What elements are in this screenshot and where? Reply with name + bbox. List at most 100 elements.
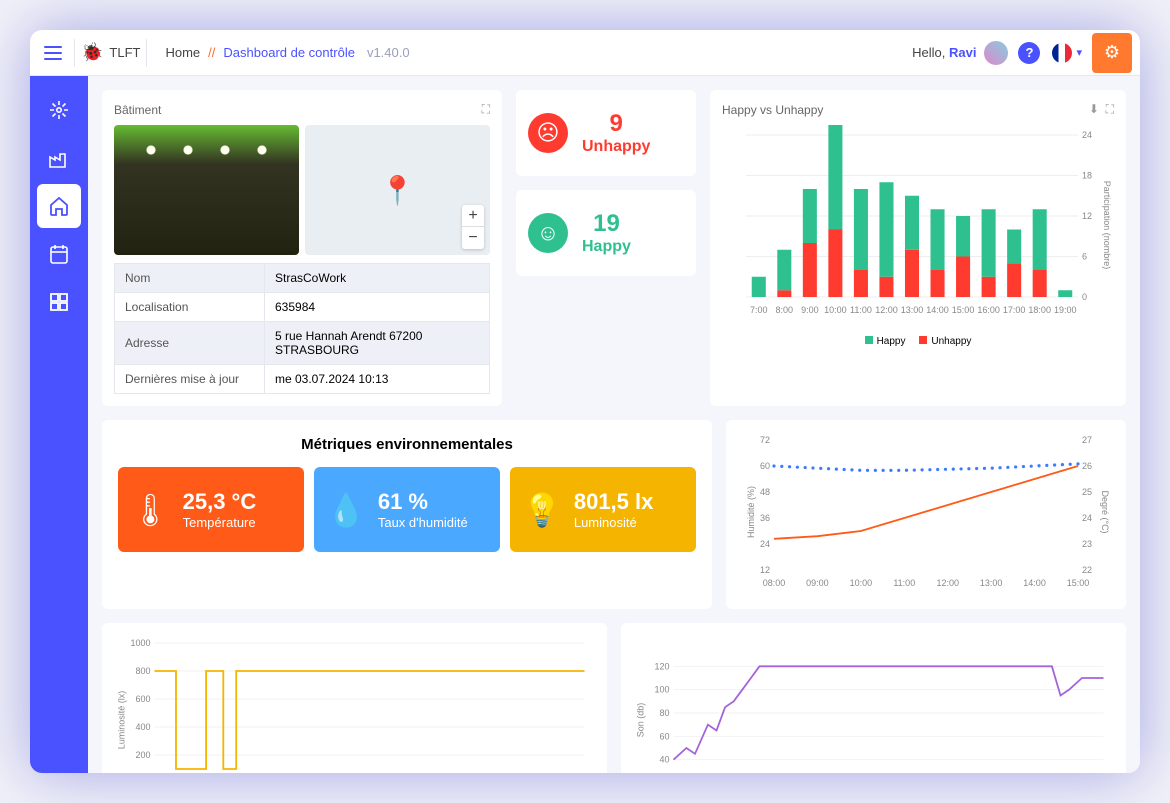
svg-text:100: 100 (654, 685, 669, 695)
thermometer-icon: 🌡 (130, 491, 171, 529)
svg-text:23: 23 (1082, 539, 1092, 549)
humidity-temp-chart-card: 12 24 36 48 60 72 22 23 24 25 26 27 Humidité (%) Degr… (726, 420, 1126, 609)
svg-text:13:00: 13:00 (980, 578, 1003, 588)
svg-text:10:00: 10:00 (824, 305, 847, 315)
zoom-in-button[interactable]: + (462, 205, 484, 227)
svg-text:17:00: 17:00 (1003, 305, 1026, 315)
metrics-title: Métriques environnementales (118, 436, 696, 453)
happy-face-icon: ☺ (528, 213, 568, 253)
svg-text:12:00: 12:00 (875, 305, 898, 315)
version-label: v1.40.0 (367, 45, 410, 60)
svg-text:80: 80 (659, 708, 669, 718)
menu-toggle[interactable] (38, 38, 68, 68)
svg-text:8:00: 8:00 (776, 305, 794, 315)
sidebar-item-home[interactable] (37, 184, 81, 228)
svg-text:14:00: 14:00 (926, 305, 949, 315)
sidebar-item-factory[interactable] (37, 136, 81, 180)
settings-button[interactable]: ⚙ (1092, 33, 1132, 73)
map-pin-icon: 📍 (380, 174, 415, 207)
svg-text:18:00: 18:00 (1028, 305, 1051, 315)
svg-text:24: 24 (1082, 130, 1092, 140)
svg-text:10:00: 10:00 (850, 578, 873, 588)
svg-text:40: 40 (659, 755, 669, 765)
svg-text:Participation (nombre): Participation (nombre) (1102, 181, 1112, 270)
sidebar-item-grid[interactable] (37, 280, 81, 324)
expand-icon[interactable]: ⛶ (482, 102, 490, 117)
sad-face-icon: ☹ (528, 113, 568, 153)
svg-text:60: 60 (659, 731, 669, 741)
flag-fr-icon (1052, 43, 1072, 63)
svg-text:48: 48 (760, 487, 770, 497)
svg-text:09:00: 09:00 (806, 578, 829, 588)
droplet-icon: 💧 (326, 491, 366, 529)
svg-text:Humidité (%): Humidité (%) (746, 486, 756, 538)
svg-text:11:00: 11:00 (893, 578, 915, 588)
svg-text:Degré (°C): Degré (°C) (1100, 490, 1110, 533)
svg-text:14:00: 14:00 (1023, 578, 1046, 588)
table-row: NomStrasCoWork (115, 264, 490, 293)
building-info-table: NomStrasCoWork Localisation635984 Adress… (114, 263, 490, 394)
language-switcher[interactable]: ▾ (1052, 43, 1082, 63)
svg-text:15:00: 15:00 (1067, 578, 1090, 588)
breadcrumb-current[interactable]: Dashboard de contrôle (223, 45, 355, 60)
help-button[interactable]: ? (1018, 42, 1040, 64)
svg-text:11:00: 11:00 (850, 305, 872, 315)
humidity-temp-chart: 12 24 36 48 60 72 22 23 24 25 26 27 Humidité (%) Degr… (738, 432, 1114, 592)
svg-text:27: 27 (1082, 435, 1092, 445)
svg-text:120: 120 (654, 661, 669, 671)
brand: TLFT (109, 45, 140, 60)
svg-text:25: 25 (1082, 487, 1092, 497)
breadcrumb-home[interactable]: Home (165, 45, 200, 60)
zoom-out-button[interactable]: − (462, 227, 484, 249)
svg-text:6: 6 (1082, 252, 1087, 262)
download-icon[interactable]: ⬇ (1089, 102, 1099, 116)
table-row: Dernières mise à jourme 03.07.2024 10:13 (115, 365, 490, 394)
gear-icon: ⚙ (1104, 42, 1120, 63)
svg-text:15:00: 15:00 (952, 305, 975, 315)
lux-chart: 02004006008001000Luminosité (lx)08:0009:… (114, 635, 595, 773)
lightbulb-icon: 💡 (522, 491, 562, 529)
sound-chart: 20406080100120Son (db)08:0009:0010:0011:… (633, 635, 1114, 773)
unhappy-label: Unhappy (582, 138, 650, 156)
svg-text:24: 24 (760, 539, 770, 549)
bug-icon: 🐞 (81, 42, 103, 63)
sidebar-item-calendar[interactable] (37, 232, 81, 276)
svg-text:7:00: 7:00 (750, 305, 768, 315)
svg-text:12: 12 (760, 565, 770, 575)
happy-chart-card: Happy vs Unhappy ⬇ ⛶ 06121824Participati… (710, 90, 1126, 406)
metric-temperature: 🌡 25,3 °CTempérature (118, 467, 304, 552)
building-card: Bâtiment ⛶ 📍 + − (102, 90, 502, 406)
unhappy-count: 9 (582, 110, 650, 138)
breadcrumb: Home // Dashboard de contrôle (165, 45, 354, 60)
svg-text:26: 26 (1082, 461, 1092, 471)
chevron-down-icon: ▾ (1076, 46, 1082, 59)
building-photo (114, 125, 299, 255)
svg-text:19:00: 19:00 (1054, 305, 1077, 315)
svg-text:9:00: 9:00 (801, 305, 819, 315)
building-title: Bâtiment (114, 103, 161, 117)
svg-text:60: 60 (760, 461, 770, 471)
avatar[interactable] (984, 41, 1008, 65)
sidebar (30, 76, 88, 773)
table-row: Adresse5 rue Hannah Arendt 67200 STRASBO… (115, 322, 490, 365)
sound-chart-card: 20406080100120Son (db)08:0009:0010:0011:… (621, 623, 1126, 773)
metric-humidity: 💧 61 %Taux d'humidité (314, 467, 500, 552)
sidebar-item-network[interactable] (37, 88, 81, 132)
svg-text:16:00: 16:00 (977, 305, 1000, 315)
svg-text:72: 72 (760, 435, 770, 445)
svg-text:24: 24 (1082, 513, 1092, 523)
content: Bâtiment ⛶ 📍 + − (88, 76, 1140, 773)
topbar: 🐞 TLFT Home // Dashboard de contrôle v1.… (30, 30, 1140, 76)
svg-text:22: 22 (1082, 565, 1092, 575)
svg-text:Son (db): Son (db) (636, 703, 646, 738)
building-map[interactable]: 📍 + − (305, 125, 490, 255)
happy-count: 19 (582, 210, 631, 238)
lux-chart-card: 02004006008001000Luminosité (lx)08:0009:… (102, 623, 607, 773)
svg-text:400: 400 (135, 722, 150, 732)
happy-bar-chart: 06121824Participation (nombre)7:008:009:… (722, 125, 1114, 325)
svg-text:36: 36 (760, 513, 770, 523)
svg-text:13:00: 13:00 (901, 305, 924, 315)
greeting: Hello, Ravi (912, 45, 976, 60)
expand-icon[interactable]: ⛶ (1106, 102, 1114, 116)
breadcrumb-sep: // (208, 45, 215, 60)
